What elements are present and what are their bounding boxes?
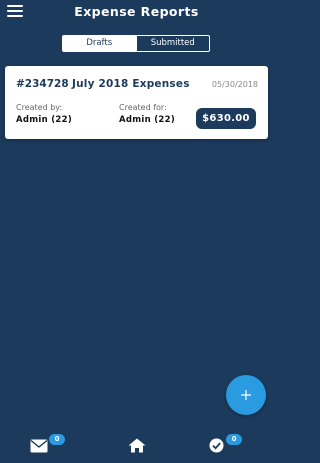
envelope-icon	[30, 439, 48, 453]
created-by-value: Admin (22)	[16, 115, 73, 125]
home-icon	[128, 438, 146, 453]
report-name: July 2018 Expenses	[72, 78, 190, 90]
report-date: 05/30/2018	[211, 80, 258, 89]
tab-submitted[interactable]: Submitted	[135, 36, 210, 51]
created-by-label: Created by:	[16, 103, 63, 112]
add-report-button[interactable]	[226, 375, 266, 415]
mail-count-badge: 0	[49, 434, 65, 445]
nav-mail[interactable]: 0	[30, 434, 65, 454]
report-id: #234728	[16, 78, 69, 90]
tab-drafts[interactable]: Drafts	[63, 36, 136, 51]
check-circle-icon	[209, 438, 224, 453]
expense-report-card[interactable]: #234728 July 2018 Expenses 05/30/2018 Cr…	[5, 66, 268, 139]
bottom-navigation: 0 0	[0, 432, 273, 463]
nav-approvals[interactable]: 0	[209, 434, 242, 454]
header-bar: Expense Reports	[0, 0, 273, 26]
nav-home[interactable]	[128, 438, 148, 454]
approvals-count-badge: 0	[226, 434, 242, 445]
created-for-value: Admin (22)	[119, 115, 176, 125]
app-screen: Expense Reports Drafts Submitted #234728…	[0, 0, 273, 463]
report-status-tabs: Drafts Submitted	[62, 35, 210, 52]
plus-icon	[241, 390, 251, 400]
page-title: Expense Reports	[74, 4, 199, 19]
report-amount-badge: $630.00	[196, 108, 256, 129]
created-for-label: Created for:	[119, 103, 167, 112]
